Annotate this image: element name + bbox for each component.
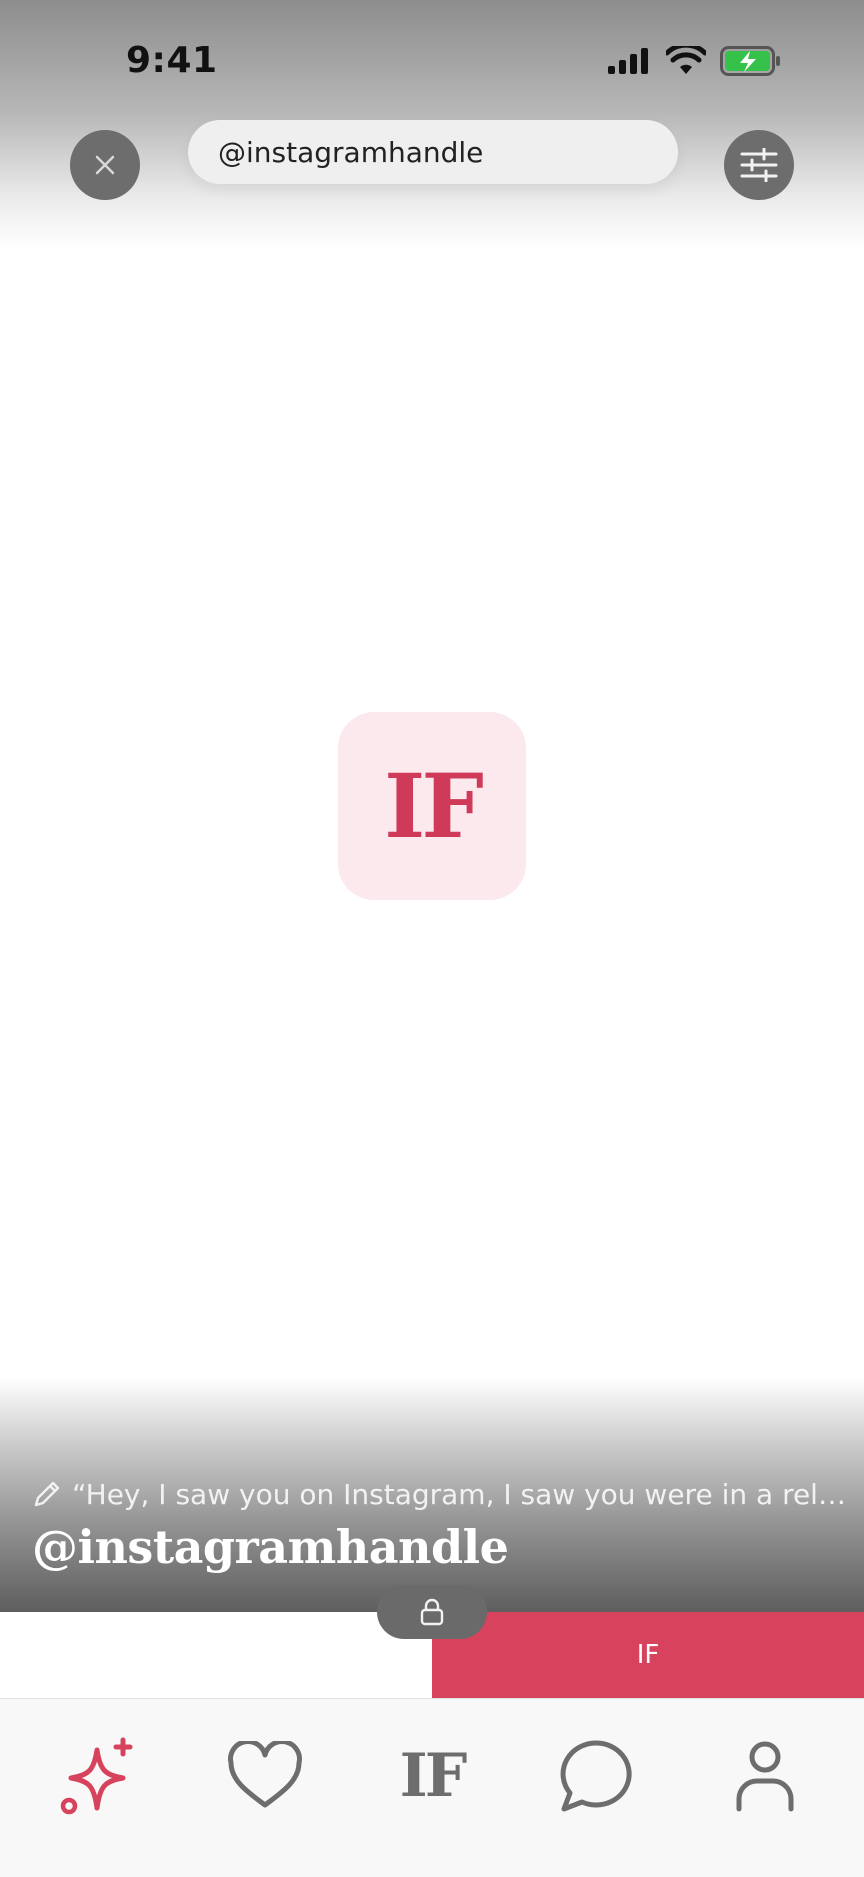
if-action-button[interactable]: IF	[432, 1612, 864, 1698]
wifi-icon	[666, 46, 706, 74]
status-icons	[608, 46, 782, 76]
lock-button[interactable]	[377, 1585, 487, 1639]
if-logo-text: IF	[384, 754, 484, 858]
status-time: 9:41	[126, 40, 218, 81]
tab-profile[interactable]	[710, 1721, 820, 1831]
tab-if[interactable]: IF	[377, 1721, 487, 1831]
battery-charging-icon	[720, 46, 780, 76]
profile-icon	[736, 1741, 794, 1812]
sliders-icon	[740, 148, 778, 182]
tab-likes[interactable]	[210, 1721, 320, 1831]
tab-if-label: IF	[399, 1741, 468, 1811]
if-action-label: IF	[636, 1640, 660, 1670]
tab-discover[interactable]	[44, 1721, 154, 1831]
action-left-panel[interactable]	[0, 1612, 432, 1698]
lock-icon	[420, 1598, 444, 1626]
opener-quote-row[interactable]: “Hey, I saw you on Instagram, I saw you …	[32, 1474, 864, 1514]
opener-quote: “Hey, I saw you on Instagram, I saw you …	[72, 1477, 862, 1511]
if-logo-placeholder: IF	[338, 712, 526, 900]
close-button[interactable]	[70, 130, 140, 200]
chat-bubble-icon	[560, 1740, 632, 1812]
profile-handle: @instagramhandle	[32, 1520, 509, 1574]
filter-button[interactable]	[724, 130, 794, 200]
pencil-icon	[34, 1481, 60, 1507]
sparkle-add-icon	[60, 1737, 133, 1815]
tab-bar: IF	[0, 1698, 864, 1877]
cellular-signal-icon	[608, 48, 648, 74]
search-field[interactable]: @instagramhandle	[188, 120, 678, 184]
status-bar: 9:41	[0, 0, 864, 120]
tab-chat[interactable]	[542, 1721, 652, 1831]
search-value: @instagramhandle	[218, 135, 484, 169]
close-icon	[95, 155, 115, 175]
heart-icon	[228, 1741, 302, 1808]
